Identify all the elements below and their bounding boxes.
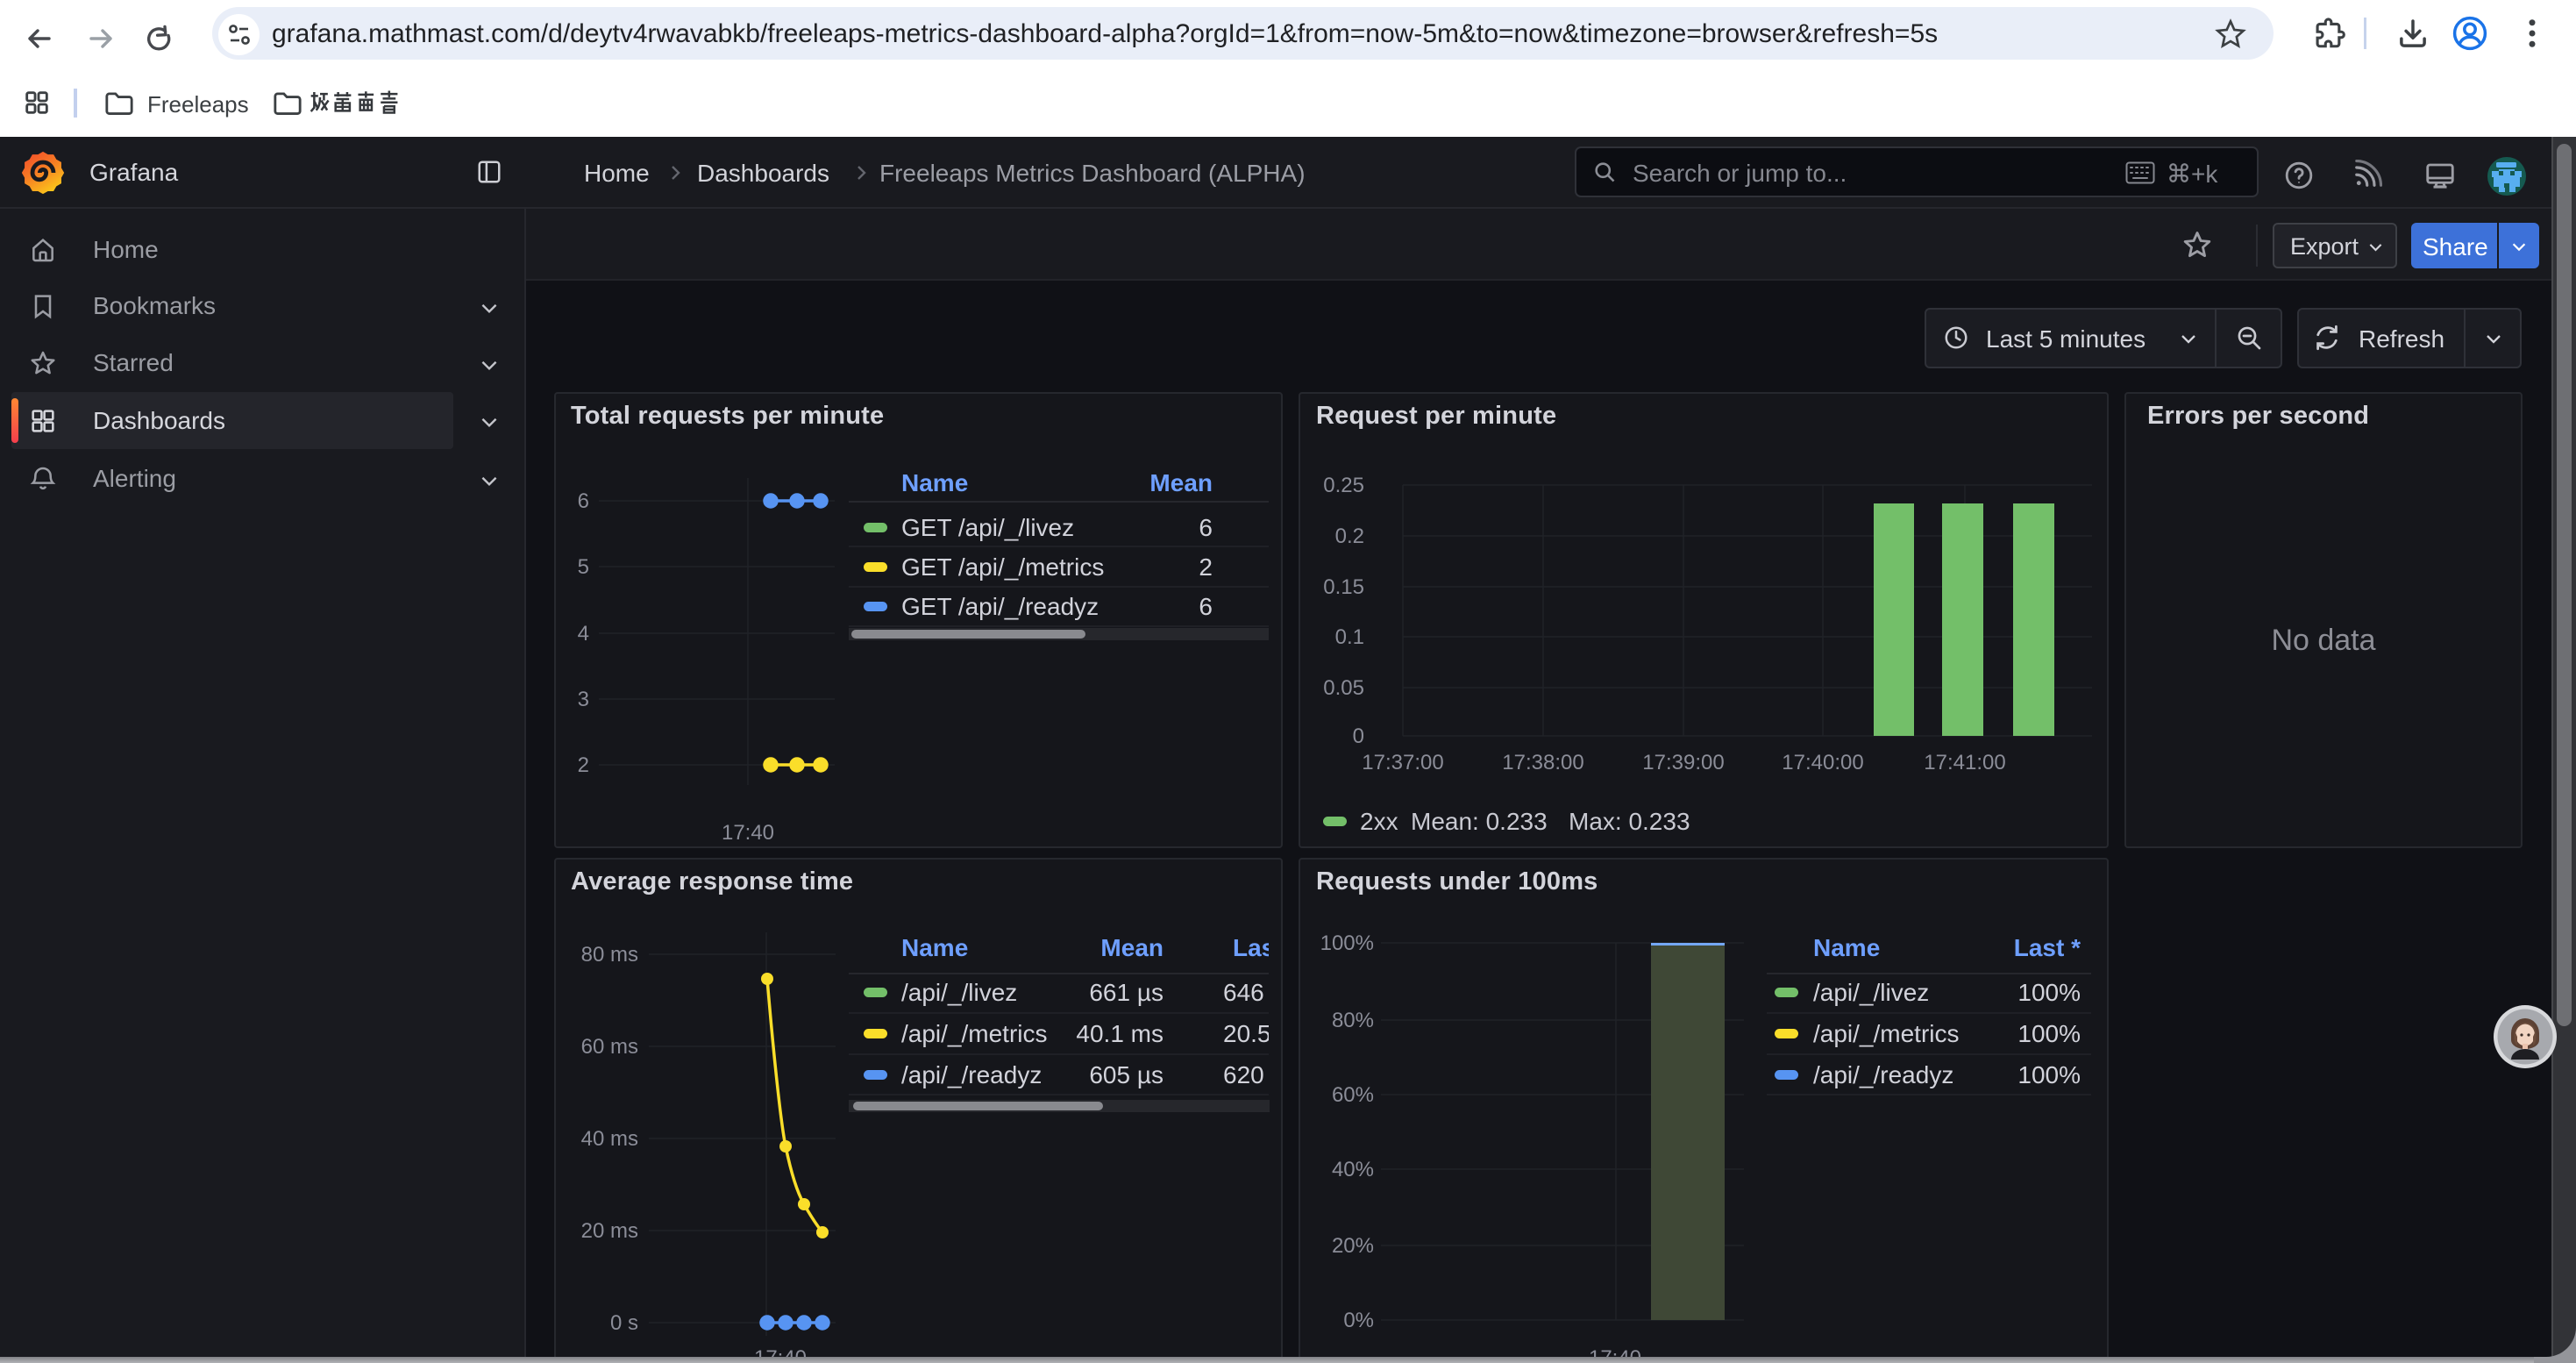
svg-text:646 µs: 646 µs xyxy=(1223,979,1283,1006)
svg-text:GET /api/_/livez: GET /api/_/livez xyxy=(901,514,1074,541)
svg-text:0%: 0% xyxy=(1343,1309,1374,1332)
svg-text:6: 6 xyxy=(1199,514,1213,541)
svg-text:20%: 20% xyxy=(1332,1234,1374,1258)
svg-text:/api/_/livez: /api/_/livez xyxy=(901,979,1017,1006)
svg-text:100%: 100% xyxy=(2017,1020,2081,1047)
svg-text:0.1: 0.1 xyxy=(1335,625,1364,649)
svg-text:100%: 100% xyxy=(2017,1061,2081,1088)
svg-text:17:38:00: 17:38:00 xyxy=(1502,751,1583,774)
svg-text:0.15: 0.15 xyxy=(1323,575,1364,599)
svg-text:0.05: 0.05 xyxy=(1323,676,1364,700)
svg-text:17:39:00: 17:39:00 xyxy=(1642,751,1724,774)
svg-text:40 ms: 40 ms xyxy=(581,1127,638,1151)
svg-text:Name: Name xyxy=(901,934,968,961)
svg-text:/api/_/livez: /api/_/livez xyxy=(1813,979,1929,1006)
svg-text:605 µs: 605 µs xyxy=(1089,1061,1163,1088)
svg-text:0 s: 0 s xyxy=(610,1311,638,1335)
svg-text:17:37:00: 17:37:00 xyxy=(1362,751,1443,774)
svg-text:40.1 ms: 40.1 ms xyxy=(1076,1020,1163,1047)
svg-text:20.5 ms: 20.5 ms xyxy=(1223,1020,1283,1047)
svg-text:/api/_/readyz: /api/_/readyz xyxy=(1813,1061,1953,1088)
svg-text:2: 2 xyxy=(1199,553,1213,581)
svg-text:6: 6 xyxy=(1199,593,1213,620)
svg-text:GET /api/_/metrics: GET /api/_/metrics xyxy=(901,553,1104,581)
svg-text:17:40:00: 17:40:00 xyxy=(1782,751,1863,774)
svg-text:60 ms: 60 ms xyxy=(581,1035,638,1059)
svg-text:80%: 80% xyxy=(1332,1009,1374,1032)
svg-text:/api/_/metrics: /api/_/metrics xyxy=(901,1020,1048,1047)
svg-text:0: 0 xyxy=(1353,724,1364,748)
svg-text:661 µs: 661 µs xyxy=(1089,979,1163,1006)
svg-text:5: 5 xyxy=(578,555,589,579)
svg-text:Last *: Last * xyxy=(2014,934,2081,961)
svg-text:40%: 40% xyxy=(1332,1158,1374,1181)
svg-text:0.25: 0.25 xyxy=(1323,474,1364,497)
svg-text:Last *: Last * xyxy=(1233,934,1283,961)
svg-text:60%: 60% xyxy=(1332,1083,1374,1107)
svg-text:17:41:00: 17:41:00 xyxy=(1924,751,2005,774)
svg-text:GET /api/_/readyz: GET /api/_/readyz xyxy=(901,593,1099,620)
svg-text:20 ms: 20 ms xyxy=(581,1219,638,1243)
svg-text:/api/_/metrics: /api/_/metrics xyxy=(1813,1020,1960,1047)
svg-text:2: 2 xyxy=(578,753,589,777)
svg-text:620 µs: 620 µs xyxy=(1223,1061,1283,1088)
svg-text:Max: 0.233: Max: 0.233 xyxy=(1569,808,1690,835)
svg-text:Mean: Mean xyxy=(1149,469,1213,496)
svg-text:Mean: Mean xyxy=(1100,934,1163,961)
svg-text:Mean: 0.233: Mean: 0.233 xyxy=(1411,808,1548,835)
svg-text:100%: 100% xyxy=(2017,979,2081,1006)
svg-text:Name: Name xyxy=(901,469,968,496)
svg-text:Name: Name xyxy=(1813,934,1880,961)
svg-text:0.2: 0.2 xyxy=(1335,525,1364,548)
svg-text:6: 6 xyxy=(578,489,589,513)
svg-text:4: 4 xyxy=(578,622,589,646)
svg-text:2xx: 2xx xyxy=(1360,808,1398,835)
svg-text:100%: 100% xyxy=(1320,931,1374,955)
svg-text:17:40: 17:40 xyxy=(722,821,774,845)
svg-text:/api/_/readyz: /api/_/readyz xyxy=(901,1061,1042,1088)
svg-text:80 ms: 80 ms xyxy=(581,943,638,967)
svg-text:3: 3 xyxy=(578,688,589,711)
